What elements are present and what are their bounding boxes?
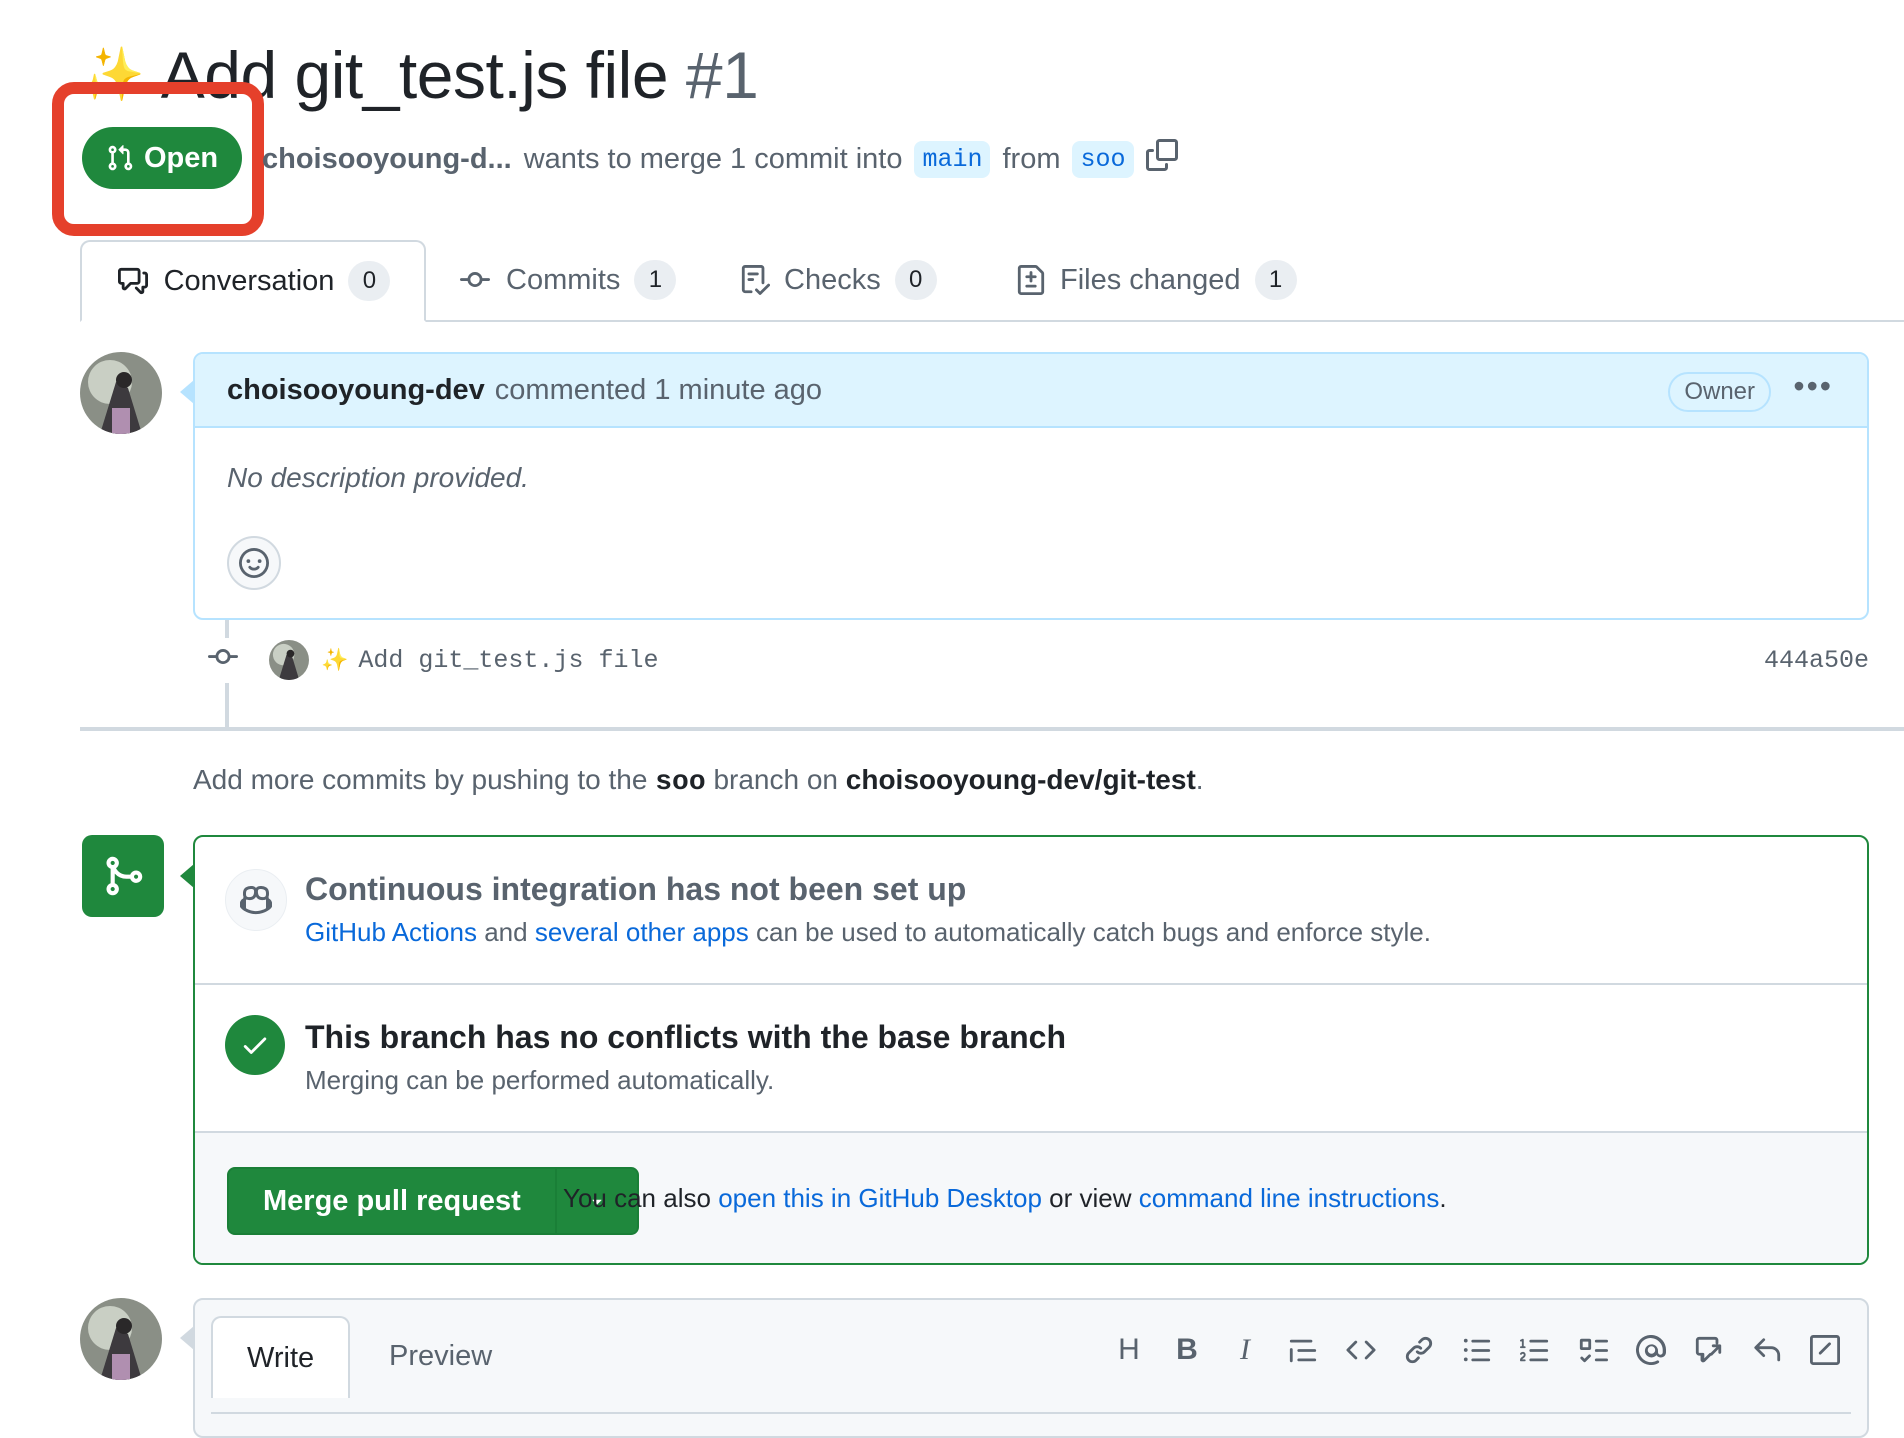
ci-title: Continuous integration has not been set … <box>305 871 967 907</box>
pr-number: #1 <box>685 38 759 112</box>
conflicts-subtitle: Merging can be performed automatically. <box>305 1065 775 1095</box>
tab-conversation-count: 0 <box>348 261 391 301</box>
checklist-icon <box>741 265 770 295</box>
comment-action[interactable]: commented 1 minute ago <box>495 374 822 407</box>
markdown-toolbar: H B I <box>1111 1332 1843 1368</box>
cross-reference-icon[interactable] <box>1691 1332 1727 1368</box>
tab-conversation-label: Conversation <box>163 264 335 297</box>
git-commit-icon <box>460 272 490 288</box>
pr-author-link[interactable]: choisooyoung-d... <box>262 143 512 176</box>
check-icon <box>225 1015 285 1075</box>
tab-checks-label: Checks <box>784 263 881 296</box>
tab-commits[interactable]: Commits 1 <box>458 240 677 320</box>
preview-tab[interactable]: Preview <box>355 1316 526 1396</box>
comment-box: choisooyoung-dev commented 1 minute ago … <box>193 352 1869 620</box>
reply-icon[interactable] <box>1749 1332 1785 1368</box>
git-merge-icon <box>106 856 143 896</box>
file-diff-icon <box>1017 265 1045 295</box>
pr-meta: choisooyoung-d... wants to merge 1 commi… <box>262 137 1178 181</box>
comment-author[interactable]: choisooyoung-dev <box>227 374 485 407</box>
merge-arrow <box>180 864 194 888</box>
ci-subtitle: GitHub Actions and several other apps ca… <box>305 917 1431 948</box>
sparkles-icon: ✨ <box>321 647 349 672</box>
github-actions-link[interactable]: GitHub Actions <box>305 917 477 947</box>
commenter-avatar[interactable] <box>80 352 162 434</box>
bold-icon[interactable]: B <box>1169 1332 1205 1368</box>
push-note-prefix: Add more commits by pushing to the <box>193 764 648 795</box>
conflicts-section: This branch has no conflicts with the ba… <box>195 985 1867 1133</box>
comment-body: No description provided. <box>195 428 1867 590</box>
quote-icon[interactable] <box>1285 1332 1321 1368</box>
merge-box: Continuous integration has not been set … <box>193 835 1869 1265</box>
comment-text: No description provided. <box>227 462 529 493</box>
from-text: from <box>1002 142 1061 175</box>
link-icon[interactable] <box>1401 1332 1437 1368</box>
add-reaction-button[interactable] <box>227 536 281 590</box>
push-note-middle: branch on <box>713 764 838 795</box>
command-line-instructions-link[interactable]: command line instructions <box>1139 1183 1440 1213</box>
timeline-separator <box>80 727 1904 731</box>
merge-action-section: Merge pull request You can also open thi… <box>195 1133 1867 1263</box>
tab-checks-count: 0 <box>894 260 937 300</box>
unordered-list-icon[interactable] <box>1459 1332 1495 1368</box>
merge-alt-suffix: . <box>1439 1183 1447 1213</box>
tab-commits-count: 1 <box>634 260 677 300</box>
conflicts-title: This branch has no conflicts with the ba… <box>305 1019 1067 1055</box>
copy-icon[interactable] <box>1145 139 1178 179</box>
slash-command-icon[interactable] <box>1807 1332 1843 1368</box>
head-branch[interactable]: soo <box>1072 140 1134 178</box>
editor-arrow <box>180 1326 194 1350</box>
tasklist-icon[interactable] <box>1575 1332 1611 1368</box>
merge-status-icon-box <box>82 835 164 917</box>
heading-icon[interactable]: H <box>1111 1332 1147 1368</box>
commit-row: ✨ Add git_test.js file 444a50e <box>205 636 1869 684</box>
push-note: Add more commits by pushing to the soo b… <box>193 764 1204 798</box>
merge-text: wants to merge 1 commit into <box>523 142 903 175</box>
copilot-icon <box>225 869 287 931</box>
comment-arrow <box>180 380 194 404</box>
ci-rest: can be used to automatically catch bugs … <box>755 917 1431 947</box>
ordered-list-icon[interactable] <box>1517 1332 1553 1368</box>
base-branch[interactable]: main <box>914 140 991 178</box>
git-commit-icon <box>205 637 241 683</box>
owner-badge: Owner <box>1668 372 1771 412</box>
comment-discussion-icon <box>117 267 148 295</box>
kebab-horizontal-icon[interactable]: ••• <box>1793 368 1833 405</box>
push-note-suffix: . <box>1195 764 1204 795</box>
tab-conversation[interactable]: Conversation 0 <box>80 240 426 322</box>
tab-files-changed-count: 1 <box>1254 260 1297 300</box>
other-apps-link[interactable]: several other apps <box>535 917 749 947</box>
merge-pull-request-button[interactable]: Merge pull request <box>229 1169 557 1233</box>
commit-message[interactable]: Add git_test.js file <box>358 646 658 675</box>
tab-commits-label: Commits <box>506 263 621 296</box>
merge-alternatives: You can also open this in GitHub Desktop… <box>563 1183 1447 1214</box>
annotation-highlight-box <box>52 82 264 236</box>
tab-checks[interactable]: Checks 0 <box>740 240 937 320</box>
commit-sha[interactable]: 444a50e <box>1764 646 1869 675</box>
merge-alt-mid: or view <box>1049 1183 1132 1213</box>
push-note-branch: soo <box>655 767 706 798</box>
merge-alt-prefix: You can also <box>563 1183 711 1213</box>
ci-section: Continuous integration has not been set … <box>195 837 1867 985</box>
open-github-desktop-link[interactable]: open this in GitHub Desktop <box>718 1183 1042 1213</box>
comment-header: choisooyoung-dev commented 1 minute ago … <box>195 354 1867 428</box>
mention-icon[interactable] <box>1633 1332 1669 1368</box>
editor-divider <box>211 1412 1851 1414</box>
commit-author-avatar[interactable] <box>269 640 309 680</box>
italic-icon[interactable]: I <box>1227 1332 1263 1368</box>
current-user-avatar[interactable] <box>80 1298 162 1380</box>
write-tab[interactable]: Write <box>211 1316 351 1398</box>
comment-editor: Write Preview H B I <box>193 1298 1869 1438</box>
pr-tabs: Conversation 0 Commits 1 Checks 0 Files … <box>80 240 1904 322</box>
tab-files-changed-label: Files changed <box>1060 263 1241 296</box>
code-icon[interactable] <box>1343 1332 1379 1368</box>
smiley-icon <box>239 548 269 578</box>
push-note-repo[interactable]: choisooyoung-dev/git-test <box>846 764 1196 795</box>
ci-and: and <box>484 917 528 947</box>
tab-files-changed[interactable]: Files changed 1 <box>1016 240 1297 320</box>
